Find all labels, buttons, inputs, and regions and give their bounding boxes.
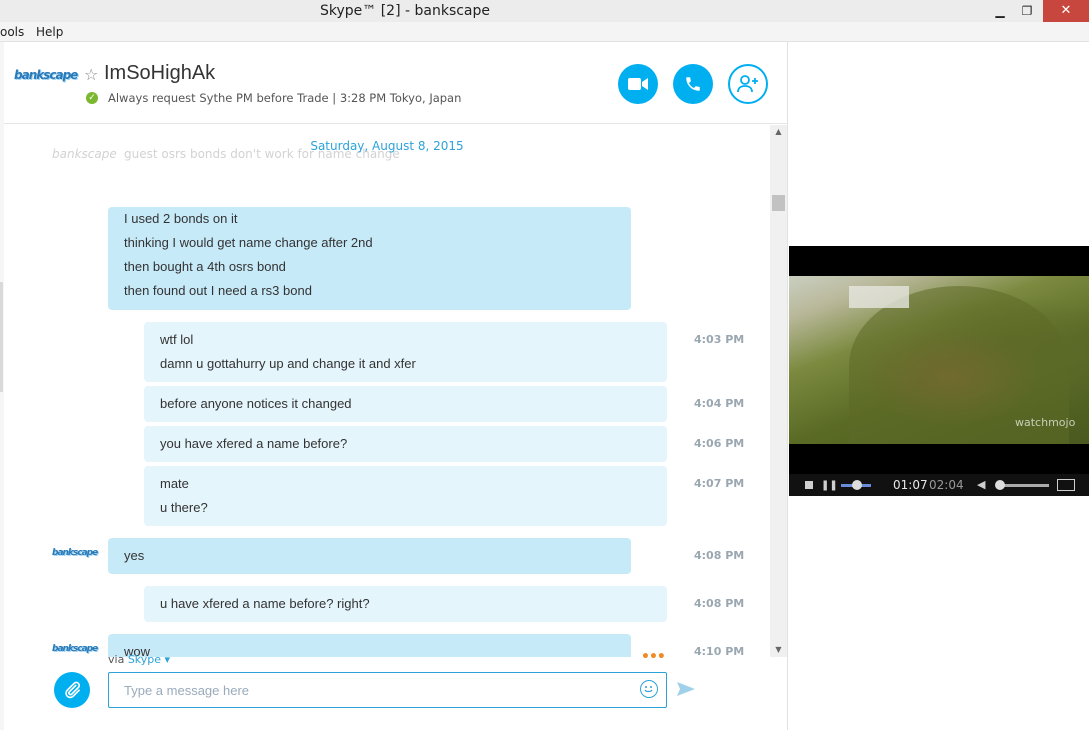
conversation-area[interactable]: bankscape guest osrs bonds don't work fo… — [4, 125, 770, 657]
stop-icon[interactable] — [805, 481, 813, 489]
title-bar: Skype™ [2] - bankscape ▁ ❐ ✕ — [0, 0, 1089, 22]
menu-bar: ools Help — [0, 22, 1089, 42]
via-service-selector[interactable]: via Skype ▾ — [108, 653, 170, 666]
phone-icon — [686, 77, 700, 91]
video-controls: ❚❚ 01:07 02:04 ◀ — [789, 474, 1089, 496]
message-bubble-outgoing[interactable]: wtf lol damn u gottahurry up and change … — [144, 322, 667, 382]
window-title: Skype™ [2] - bankscape — [319, 3, 491, 19]
video-camera-icon — [628, 78, 648, 90]
message-bubble-outgoing[interactable]: you have xfered a name before? — [144, 426, 667, 462]
volume-handle[interactable] — [995, 480, 1005, 490]
add-contact-button[interactable] — [728, 64, 768, 104]
contact-avatar[interactable]: bankscape — [14, 68, 78, 92]
contact-header: bankscape ☆ ImSoHighAk ✓ Always request … — [4, 42, 788, 124]
paperclip-icon — [65, 681, 81, 699]
via-label: via — [108, 653, 125, 666]
message-text: you have xfered a name before? — [160, 436, 348, 451]
message-timestamp: 4:04 PM — [694, 397, 745, 410]
message-bubble-incoming[interactable]: I used 2 bonds on it thinking I would ge… — [108, 207, 631, 310]
scroll-thumb[interactable] — [772, 195, 785, 211]
via-service-link[interactable]: Skype — [128, 653, 161, 666]
contact-name[interactable]: ImSoHighAk — [104, 62, 215, 85]
conversation-scrollbar[interactable]: ▲ ▼ — [770, 125, 787, 657]
message-timestamp: 4:07 PM — [694, 477, 745, 490]
message-text: wtf lol — [160, 332, 194, 347]
message-text: before anyone notices it changed — [160, 396, 352, 411]
sender-avatar[interactable]: bankscape — [52, 644, 98, 654]
typing-indicator-icon: ••• — [641, 649, 666, 665]
message-timestamp: 4:10 PM — [694, 645, 745, 657]
message-text: then bought a 4th osrs bond — [124, 259, 286, 274]
right-panel: watchmojo ❚❚ 01:07 02:04 ◀ — [789, 42, 1089, 730]
chevron-down-icon[interactable]: ▾ — [165, 653, 171, 666]
video-player[interactable]: watchmojo ❚❚ 01:07 02:04 ◀ — [789, 246, 1089, 496]
left-edge-marker — [0, 282, 3, 392]
scroll-down-icon[interactable]: ▼ — [770, 643, 787, 657]
chat-pane: bankscape ☆ ImSoHighAk ✓ Always request … — [0, 42, 788, 730]
date-separator: Saturday, August 8, 2015 — [310, 139, 464, 153]
message-text: u there? — [160, 500, 208, 515]
video-scenery — [849, 286, 909, 308]
restore-button[interactable]: ❐ — [1011, 0, 1043, 22]
message-input[interactable] — [108, 672, 667, 708]
video-call-button[interactable] — [618, 64, 658, 104]
fullscreen-icon[interactable] — [1057, 479, 1075, 491]
seek-handle[interactable] — [852, 480, 862, 490]
message-timestamp: 4:08 PM — [694, 549, 745, 562]
message-text: thinking I would get name change after 2… — [124, 235, 373, 250]
duration: 02:04 — [929, 478, 964, 492]
message-timestamp: 4:08 PM — [694, 597, 745, 610]
message-text: then found out I need a rs3 bond — [124, 283, 312, 298]
attach-button[interactable] — [54, 672, 90, 708]
online-status-icon: ✓ — [86, 92, 98, 104]
message-bubble-outgoing[interactable]: mate u there? — [144, 466, 667, 526]
message-text: wow — [124, 644, 151, 657]
audio-call-button[interactable] — [673, 64, 713, 104]
message-bubble-outgoing[interactable]: u have xfered a name before? right? — [144, 586, 667, 622]
close-button[interactable]: ✕ — [1043, 0, 1089, 22]
video-frame[interactable]: watchmojo — [789, 276, 1089, 444]
send-icon[interactable] — [677, 682, 695, 696]
menu-help[interactable]: Help — [36, 25, 63, 39]
sender-avatar[interactable]: bankscape — [52, 548, 98, 558]
pause-icon[interactable]: ❚❚ — [821, 480, 838, 491]
message-text: I used 2 bonds on it — [124, 211, 238, 226]
message-text: u have xfered a name before? right? — [160, 596, 370, 611]
message-text: damn u gottahurry up and change it and x… — [160, 356, 416, 371]
message-timestamp: 4:03 PM — [694, 333, 745, 346]
contact-mood-message: Always request Sythe PM before Trade | 3… — [108, 91, 462, 105]
message-bubble-outgoing[interactable]: before anyone notices it changed — [144, 386, 667, 422]
message-timestamp: 4:06 PM — [694, 437, 745, 450]
message-text: mate — [160, 476, 189, 491]
favorite-star-icon[interactable]: ☆ — [84, 65, 98, 84]
message-bubble-incoming[interactable]: yes — [108, 538, 631, 574]
current-time: 01:07 — [893, 478, 928, 492]
message-bubble-incoming[interactable]: wow — [108, 634, 631, 657]
volume-icon[interactable]: ◀ — [977, 478, 985, 491]
message-text: yes — [124, 548, 145, 563]
video-watermark: watchmojo — [1015, 416, 1076, 429]
add-person-icon — [737, 75, 758, 93]
emoticon-icon[interactable] — [640, 680, 658, 698]
scroll-up-icon[interactable]: ▲ — [770, 125, 787, 139]
menu-tools[interactable]: ools — [0, 25, 24, 39]
